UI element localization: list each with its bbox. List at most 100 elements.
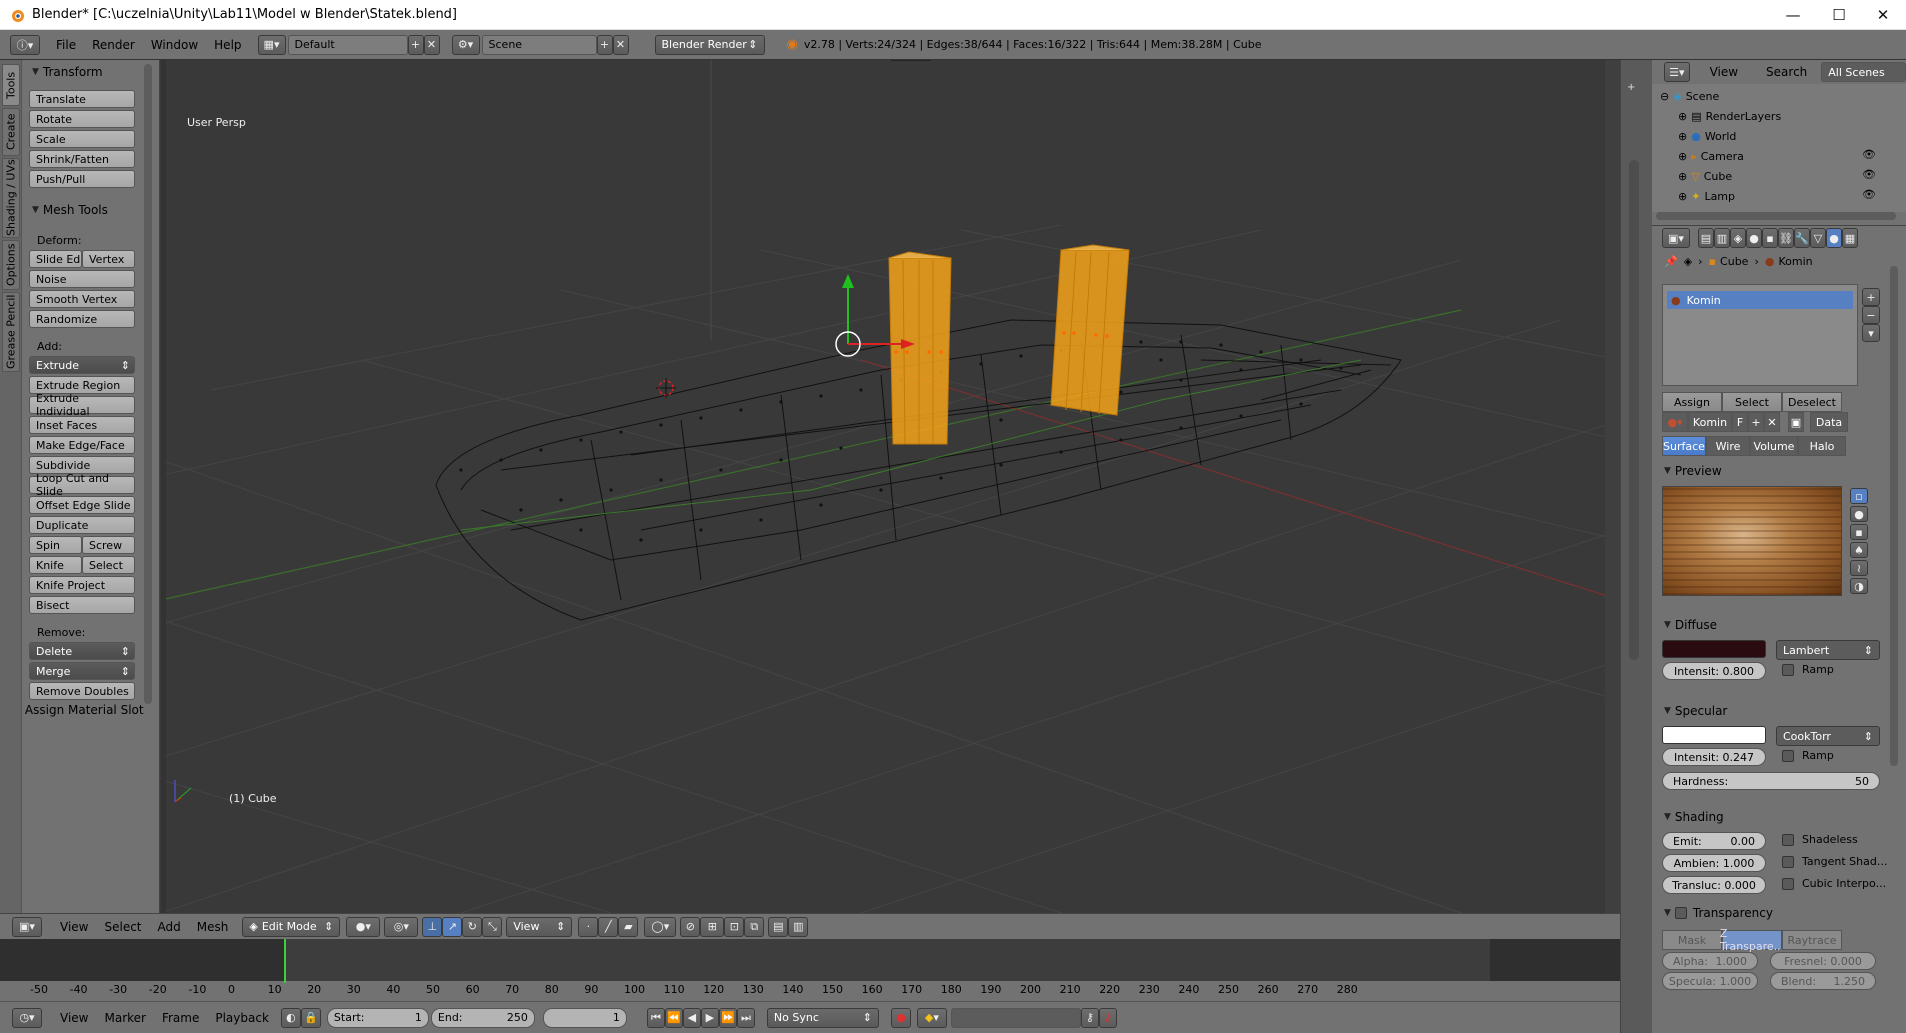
record-icon[interactable]: ● — [890, 1007, 911, 1028]
preview-monkey-icon[interactable]: ♠ — [1850, 542, 1868, 558]
outliner-filter-dropdown[interactable]: All Scenes — [1821, 62, 1906, 82]
assign-material-slot-header[interactable]: ▼Assign Material Slot — [14, 700, 144, 720]
edge-select-icon[interactable]: ╱ — [598, 916, 619, 937]
outliner-item-scene[interactable]: ⊖ ◈ Scene — [1660, 86, 1719, 106]
insert-keyframe-icon[interactable]: ⚷ — [1080, 1007, 1099, 1028]
material-slot-row[interactable]: ● Komin — [1667, 291, 1853, 309]
play-reverse-icon[interactable]: ◀ — [682, 1007, 701, 1028]
knife-select-button[interactable]: Select — [82, 556, 135, 574]
shading-panel-header[interactable]: ▼ Shading — [1664, 810, 1724, 824]
vp-menu-add[interactable]: Add — [150, 920, 189, 934]
merge-dropdown[interactable]: Merge ⇕ — [29, 662, 135, 680]
loop-cut-button[interactable]: Loop Cut and Slide — [29, 472, 135, 498]
tab-wire[interactable]: Wire — [1706, 436, 1750, 456]
blend-slider[interactable]: Blend: 1.250 — [1770, 972, 1876, 990]
transparency-panel-header[interactable]: ▼ Transparency — [1664, 906, 1773, 920]
scale-manipulator-icon[interactable]: ⤡ — [482, 916, 503, 937]
material-name-field[interactable]: Komin — [1688, 412, 1732, 432]
outliner-editor-type-icon[interactable]: ☰▾ — [1664, 62, 1690, 82]
menu-help[interactable]: Help — [206, 38, 249, 52]
emit-slider[interactable]: Emit: 0.00 — [1662, 832, 1766, 850]
sync-mode-dropdown[interactable]: No Sync ⇕ — [766, 1007, 879, 1028]
translate-button[interactable]: Translate — [29, 90, 135, 108]
raytrace-button[interactable]: Raytrace — [1782, 930, 1842, 950]
layout-add-icon[interactable]: + — [407, 34, 424, 55]
link-data-dropdown[interactable]: Data — [1810, 412, 1848, 432]
assign-button[interactable]: Assign — [1662, 392, 1722, 412]
slide-vertex-button[interactable]: Vertex — [82, 250, 135, 268]
rotate-button[interactable]: Rotate — [29, 110, 135, 128]
pivot-point-icon[interactable]: ◎▾ — [384, 916, 419, 937]
end-frame-field[interactable]: End: 250 — [430, 1007, 535, 1028]
jump-end-icon[interactable]: ⏭ — [736, 1007, 755, 1028]
diffuse-shader-dropdown[interactable]: Lambert ⇕ — [1776, 640, 1880, 660]
outliner-menu-search[interactable]: Search — [1758, 65, 1815, 79]
smooth-vertex-button[interactable]: Smooth Vertex — [29, 290, 135, 308]
slot-specials-icon[interactable]: ▾ — [1862, 324, 1880, 342]
mode-dropdown[interactable]: ◈ Edit Mode ⇕ — [242, 916, 341, 937]
randomize-button[interactable]: Randomize — [29, 310, 135, 328]
extrude-individual-button[interactable]: Extrude Individual — [29, 392, 135, 418]
outliner-item-lamp[interactable]: ⊕ ✦ Lamp — [1678, 186, 1735, 206]
slot-add-icon[interactable]: + — [1862, 288, 1880, 306]
menu-render[interactable]: Render — [84, 38, 143, 52]
render-preview-icon[interactable]: ▤ — [768, 916, 789, 937]
gizmo-z-arrow-icon[interactable] — [842, 274, 854, 288]
vp-menu-mesh[interactable]: Mesh — [189, 920, 237, 934]
tl-menu-playback[interactable]: Playback — [207, 1011, 277, 1025]
shrink-fatten-button[interactable]: Shrink/Fatten — [29, 150, 135, 168]
tab-volume[interactable]: Volume — [1750, 436, 1798, 456]
toolshelf-scrollbar[interactable] — [144, 64, 152, 704]
lock-range-icon[interactable]: 🔒 — [300, 1007, 321, 1028]
timeline[interactable]: -50 -40 -30 -20 -10 0 10 20 30 40 50 60 70 80 90 100 110… — [0, 939, 1620, 1033]
vertex-select-icon[interactable]: · — [578, 916, 599, 937]
close-button[interactable]: ✕ — [1860, 0, 1906, 30]
fresnel-slider[interactable]: Fresnel: 0.000 — [1770, 952, 1876, 970]
visibility-eye-icon[interactable]: 👁 — [1862, 188, 1876, 201]
diffuse-color-swatch[interactable] — [1662, 640, 1766, 658]
snap-element-icon[interactable]: ⊞ — [700, 916, 725, 937]
vp-menu-view[interactable]: View — [52, 920, 96, 934]
knife-button[interactable]: Knife — [29, 556, 82, 574]
data-tab-icon[interactable]: ▽ — [1810, 228, 1826, 248]
manipulator-toggle-icon[interactable]: ⊥ — [422, 916, 443, 937]
tab-tools[interactable]: Tools — [2, 64, 20, 106]
duplicate-button[interactable]: Duplicate — [29, 516, 135, 534]
material-tab-icon[interactable]: ● — [1826, 228, 1842, 248]
keying-set-icon[interactable]: ◆ ▾ — [916, 1007, 947, 1028]
layout-icon[interactable]: ▦▾ — [257, 34, 286, 55]
jump-key-next-icon[interactable]: ⏩ — [718, 1007, 737, 1028]
diffuse-intensity-slider[interactable]: Intensit: 0.800 — [1662, 662, 1766, 680]
texture-tab-icon[interactable]: ▦ — [1842, 228, 1858, 248]
push-pull-button[interactable]: Push/Pull — [29, 170, 135, 188]
scale-button[interactable]: Scale — [29, 130, 135, 148]
visibility-eye-icon[interactable]: 👁 — [1862, 168, 1876, 181]
start-frame-field[interactable]: Start: 1 — [326, 1007, 429, 1028]
slide-edge-button[interactable]: Slide Ed — [29, 250, 82, 268]
transform-orientation-dropdown[interactable]: View ⇕ — [506, 916, 573, 937]
jump-key-prev-icon[interactable]: ⏪ — [664, 1007, 683, 1028]
layout-field[interactable]: Default — [287, 34, 408, 55]
preview-hair-icon[interactable]: ≀ — [1850, 560, 1868, 576]
world-tab-icon[interactable]: ● — [1746, 228, 1762, 248]
select-button[interactable]: Select — [1722, 392, 1782, 412]
diffuse-panel-header[interactable]: ▼ Diffuse — [1664, 618, 1717, 632]
specular-color-swatch[interactable] — [1662, 726, 1766, 744]
rotate-manipulator-icon[interactable]: ↻ — [462, 916, 483, 937]
object-tab-icon[interactable]: ▪ — [1762, 228, 1778, 248]
transform-panel-header[interactable]: ▼ Transform — [32, 62, 103, 82]
delete-dropdown[interactable]: Delete ⇕ — [29, 642, 135, 660]
specular-panel-header[interactable]: ▼ Specular — [1664, 704, 1727, 718]
properties-editor-type-icon[interactable]: ▣▾ — [1662, 228, 1690, 248]
info-editor-type-icon[interactable]: ⓘ▾ — [10, 34, 40, 55]
tl-menu-view[interactable]: View — [52, 1011, 96, 1025]
current-frame-indicator[interactable] — [284, 939, 286, 987]
mask-button[interactable]: Mask — [1662, 930, 1722, 950]
proportional-edit-icon[interactable]: ◯▾ — [644, 916, 677, 937]
specular-alpha-slider[interactable]: Specula: 1.000 — [1662, 972, 1758, 990]
minimize-button[interactable]: — — [1770, 0, 1816, 30]
transparency-checkbox[interactable] — [1674, 907, 1687, 919]
snap-target-icon[interactable]: ⊡ — [724, 916, 745, 937]
spin-button[interactable]: Spin — [29, 536, 82, 554]
scene-close-icon[interactable]: ✕ — [612, 34, 629, 55]
